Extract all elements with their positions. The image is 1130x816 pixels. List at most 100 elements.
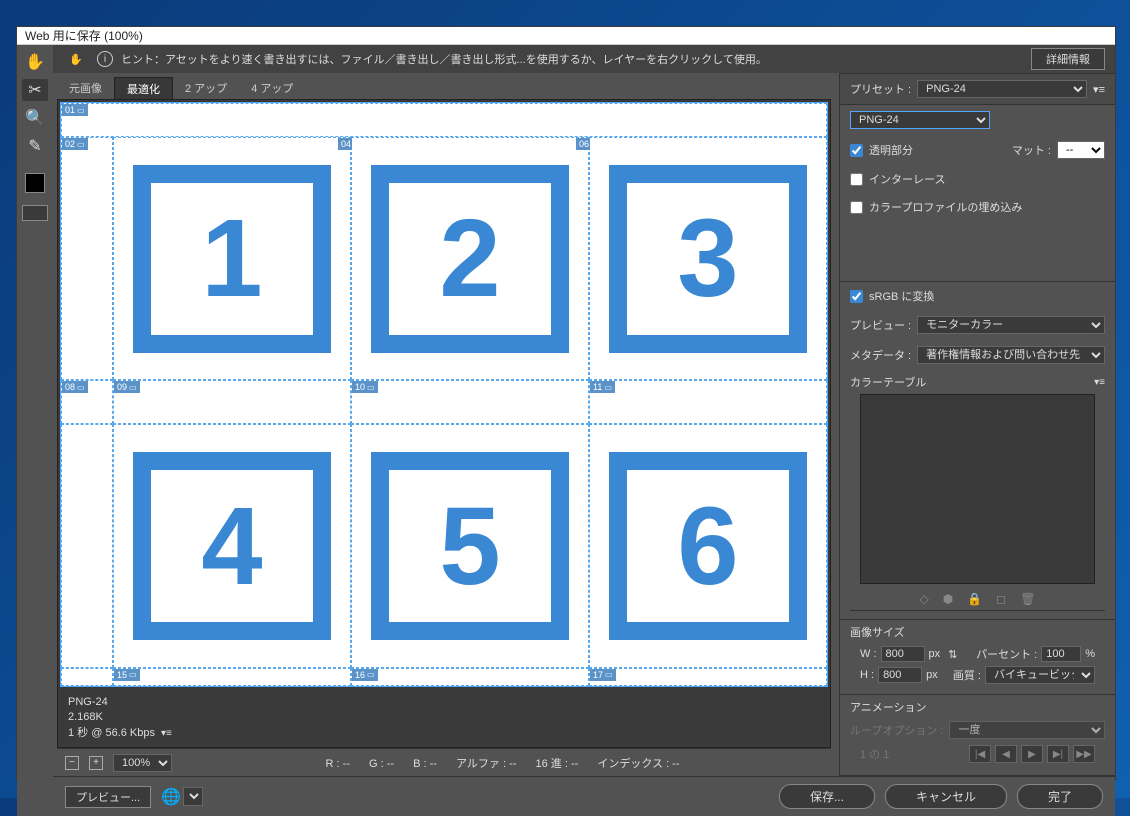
width-input[interactable] xyxy=(881,646,925,662)
toggle-swatch[interactable] xyxy=(22,205,48,221)
settings-panel: プリセット : PNG-24 ▾≡ PNG-24 透明部分 マット : -- xyxy=(839,73,1115,776)
preview-mode-select[interactable]: モニターカラー xyxy=(917,316,1105,334)
slice-03[interactable]: 03▭1 xyxy=(113,137,351,380)
ct-icon[interactable]: ◇ xyxy=(920,592,929,606)
main-area: ✋ i ヒント：アセットをより速く書き出すには、ファイル／書き出し／書き出し形式… xyxy=(53,45,1115,816)
slice-17[interactable]: 17▭ xyxy=(589,668,827,686)
readout-b: B : -- xyxy=(413,758,437,770)
save-button[interactable]: 保存... xyxy=(779,784,875,809)
ct-icon[interactable]: ◻ xyxy=(996,592,1006,606)
embed-profile-label: カラープロファイルの埋め込み xyxy=(869,199,1022,215)
ct-trash-icon[interactable]: 🗑 xyxy=(1020,592,1035,606)
matte-label: マット : xyxy=(1012,142,1051,158)
link-icon: ▭ xyxy=(129,670,137,679)
quality-select[interactable]: バイキュービック法 xyxy=(985,666,1095,684)
colortable-title: カラーテーブル xyxy=(850,374,926,390)
slice-pad[interactable] xyxy=(61,424,113,667)
tab-4up[interactable]: 4 アップ xyxy=(239,77,305,99)
preset-menu-icon[interactable]: ▾≡ xyxy=(1093,83,1105,96)
detail-info-button[interactable]: 詳細情報 xyxy=(1031,48,1105,70)
slice-11[interactable]: 11▭ xyxy=(589,380,827,424)
preset-select[interactable]: PNG-24 xyxy=(917,80,1087,98)
speed-menu-icon[interactable]: ▾≡ xyxy=(161,728,172,739)
colortable-controls: ◇ ⬢ 🔒 ◻ 🗑 xyxy=(850,588,1105,611)
tile-number: 6 xyxy=(677,483,738,610)
readout-alpha: アルファ : -- xyxy=(456,758,516,770)
slice-10[interactable]: 10▭ xyxy=(351,380,589,424)
info-speed: 1 秒 @ 56.6 Kbps xyxy=(68,727,155,739)
px-label: px xyxy=(929,648,941,660)
done-button[interactable]: 完了 xyxy=(1017,784,1103,809)
preview-button[interactable]: プレビュー... xyxy=(65,786,151,808)
slice-select-tool-icon[interactable]: ✂ xyxy=(22,79,48,101)
preview-column: 元画像 最適化 2 アップ 4 アップ 01▭ 02▭ 03▭1 xyxy=(53,73,839,776)
format-select[interactable]: PNG-24 xyxy=(850,111,990,129)
frame-count: 1 の 1 xyxy=(860,746,889,762)
tab-2up[interactable]: 2 アップ xyxy=(173,77,239,99)
link-icon: ▭ xyxy=(605,670,613,679)
matte-select[interactable]: -- xyxy=(1057,141,1105,159)
window-title: Web 用に保存 (100%) xyxy=(25,27,143,44)
info-icon: i xyxy=(97,51,113,67)
save-for-web-dialog: Web 用に保存 (100%) ✋ ✂ 🔍 ✎ ✋ i ヒント：アセットをより速… xyxy=(16,26,1116,780)
minus-icon[interactable]: − xyxy=(65,756,79,770)
embed-profile-checkbox[interactable] xyxy=(850,201,863,214)
eyedropper-tool-icon[interactable]: ✎ xyxy=(22,135,48,157)
colortable-menu-icon[interactable]: ▾≡ xyxy=(1094,377,1105,388)
tile-number: 2 xyxy=(439,195,500,322)
browser-select[interactable] xyxy=(183,787,203,806)
slice-14[interactable]: 14▭6 xyxy=(589,424,827,667)
slice-16[interactable]: 16▭ xyxy=(351,668,589,686)
slice-07[interactable]: 06▭07▭3 xyxy=(589,137,827,380)
work-row: 元画像 最適化 2 アップ 4 アップ 01▭ 02▭ 03▭1 xyxy=(53,73,1115,776)
canvas[interactable]: 01▭ 02▭ 03▭1 04▭05▭2 06▭07▭3 08▭ 09▭ 10▭ xyxy=(60,102,828,687)
height-input[interactable] xyxy=(878,667,922,683)
tile-number: 3 xyxy=(677,195,738,322)
play-button[interactable]: ▶ xyxy=(1021,745,1043,763)
slice-09[interactable]: 09▭ xyxy=(113,380,351,424)
link-icon: ▭ xyxy=(367,670,375,679)
browser-icon[interactable]: 🌐 xyxy=(161,787,203,807)
slice-02[interactable]: 02▭ xyxy=(61,137,113,380)
next-frame-button[interactable]: ▶| xyxy=(1047,745,1069,763)
first-frame-button[interactable]: |◀ xyxy=(969,745,991,763)
foreground-swatch[interactable] xyxy=(25,173,45,193)
transparency-label: 透明部分 xyxy=(869,142,913,158)
cancel-button[interactable]: キャンセル xyxy=(885,784,1007,809)
metadata-select[interactable]: 著作権情報および問い合わせ先 xyxy=(917,346,1105,364)
slice-pad2[interactable] xyxy=(61,668,113,686)
link-icon: ▭ xyxy=(77,106,85,115)
slice-01[interactable]: 01▭ xyxy=(61,103,827,137)
srgb-checkbox[interactable] xyxy=(850,290,863,303)
preset-label: プリセット : xyxy=(850,81,911,97)
slice-12[interactable]: 12▭4 xyxy=(113,424,351,667)
colortable-area xyxy=(860,394,1095,584)
metadata-label: メタデータ : xyxy=(850,347,911,363)
slice-13[interactable]: 13▭5 xyxy=(351,424,589,667)
interlace-checkbox[interactable] xyxy=(850,173,863,186)
zoom-select[interactable]: 100% xyxy=(113,754,172,772)
ct-lock-icon[interactable]: 🔒 xyxy=(967,592,982,606)
readout-g: G : -- xyxy=(369,758,394,770)
transparency-checkbox[interactable] xyxy=(850,144,863,157)
tab-optimized[interactable]: 最適化 xyxy=(114,77,173,99)
slice-num: 06 xyxy=(579,139,589,149)
slice-num: 10 xyxy=(355,382,365,392)
link-icon: ▭ xyxy=(604,383,612,392)
zoom-tool-icon[interactable]: 🔍 xyxy=(22,107,48,129)
hand-tool-icon[interactable]: ✋ xyxy=(22,51,48,73)
slice-08[interactable]: 08▭ xyxy=(61,380,113,424)
h-label: H : xyxy=(860,669,874,681)
last-frame-button[interactable]: ▶▶ xyxy=(1073,745,1095,763)
link-wh-icon[interactable]: ⇅ xyxy=(948,648,957,661)
percent-input[interactable] xyxy=(1041,646,1081,662)
tab-original[interactable]: 元画像 xyxy=(57,77,114,99)
plus-icon[interactable]: + xyxy=(89,756,103,770)
ct-icon[interactable]: ⬢ xyxy=(943,592,953,606)
link-icon: ▭ xyxy=(77,140,85,149)
percent-unit: % xyxy=(1085,648,1095,660)
slice-15[interactable]: 15▭ xyxy=(113,668,351,686)
prev-frame-button[interactable]: ◀ xyxy=(995,745,1017,763)
bottom-bar: プレビュー... 🌐 保存... キャンセル 完了 xyxy=(53,776,1115,816)
slice-05[interactable]: 04▭05▭2 xyxy=(351,137,589,380)
